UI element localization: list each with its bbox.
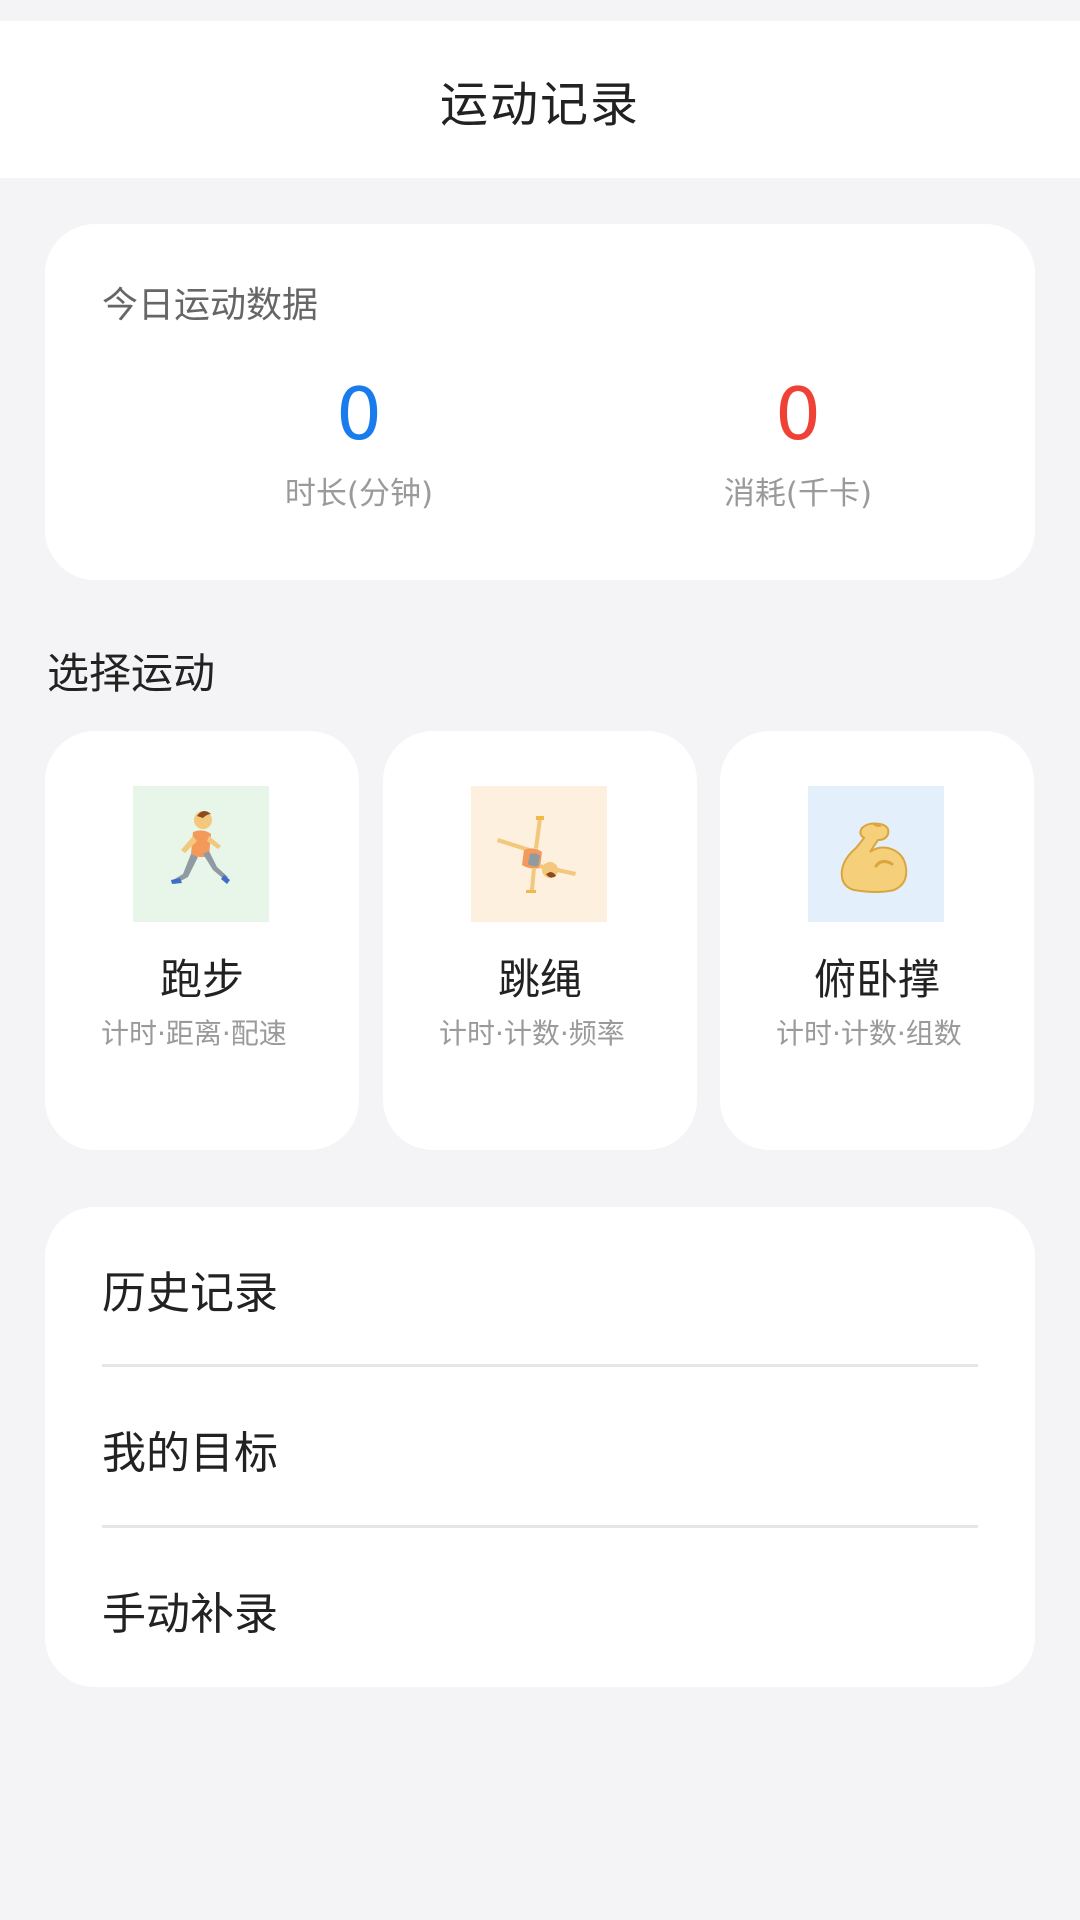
calories-stat: 0 消耗(千卡) bbox=[598, 374, 998, 513]
sport-name-running: 跑步 bbox=[159, 955, 244, 1004]
select-sport-title: 选择运动 bbox=[47, 649, 216, 698]
duration-value: 0 bbox=[336, 372, 382, 456]
sport-name-jump-rope: 跳绳 bbox=[497, 955, 582, 1004]
today-stats-title: 今日运动数据 bbox=[102, 285, 319, 326]
menu-item-manual-entry-label: 手动补录 bbox=[102, 1589, 278, 1640]
sport-name-push-ups: 俯卧撑 bbox=[813, 955, 940, 1004]
menu-item-goals[interactable]: 我的目标 bbox=[102, 1367, 978, 1527]
sport-desc-running: 计时·距离·配速 bbox=[101, 1017, 287, 1050]
sport-record-page: 运动记录 今日运动数据 0 时长(分钟) 0 消耗(千卡) 选择运动 跑步 计时… bbox=[0, 0, 1080, 1920]
menu-item-goals-label: 我的目标 bbox=[102, 1428, 278, 1479]
menu-card: 历史记录 我的目标 手动补录 bbox=[45, 1207, 1035, 1687]
sport-desc-jump-rope: 计时·计数·频率 bbox=[439, 1017, 625, 1050]
status-bar-area bbox=[0, 0, 1080, 21]
today-stats-card: 今日运动数据 0 时长(分钟) 0 消耗(千卡) bbox=[45, 224, 1035, 580]
page-title: 运动记录 bbox=[439, 76, 640, 133]
flexed-biceps-icon bbox=[808, 786, 944, 922]
header-bar: 运动记录 bbox=[0, 21, 1080, 178]
menu-item-history[interactable]: 历史记录 bbox=[102, 1207, 978, 1367]
sport-card-push-ups[interactable]: 俯卧撑 计时·计数·组数 bbox=[720, 731, 1034, 1150]
duration-stat: 0 时长(分钟) bbox=[159, 374, 559, 513]
cartwheel-person-icon bbox=[471, 786, 607, 922]
duration-label: 时长(分钟) bbox=[284, 476, 434, 512]
sport-card-jump-rope[interactable]: 跳绳 计时·计数·频率 bbox=[383, 731, 697, 1150]
calories-label: 消耗(千卡) bbox=[723, 476, 873, 512]
menu-item-history-label: 历史记录 bbox=[102, 1268, 278, 1319]
running-person-icon bbox=[133, 786, 269, 922]
sport-desc-push-ups: 计时·计数·组数 bbox=[776, 1017, 962, 1050]
calories-value: 0 bbox=[775, 372, 821, 456]
sport-card-running[interactable]: 跑步 计时·距离·配速 bbox=[45, 731, 359, 1150]
menu-item-manual-entry[interactable]: 手动补录 bbox=[102, 1528, 978, 1688]
